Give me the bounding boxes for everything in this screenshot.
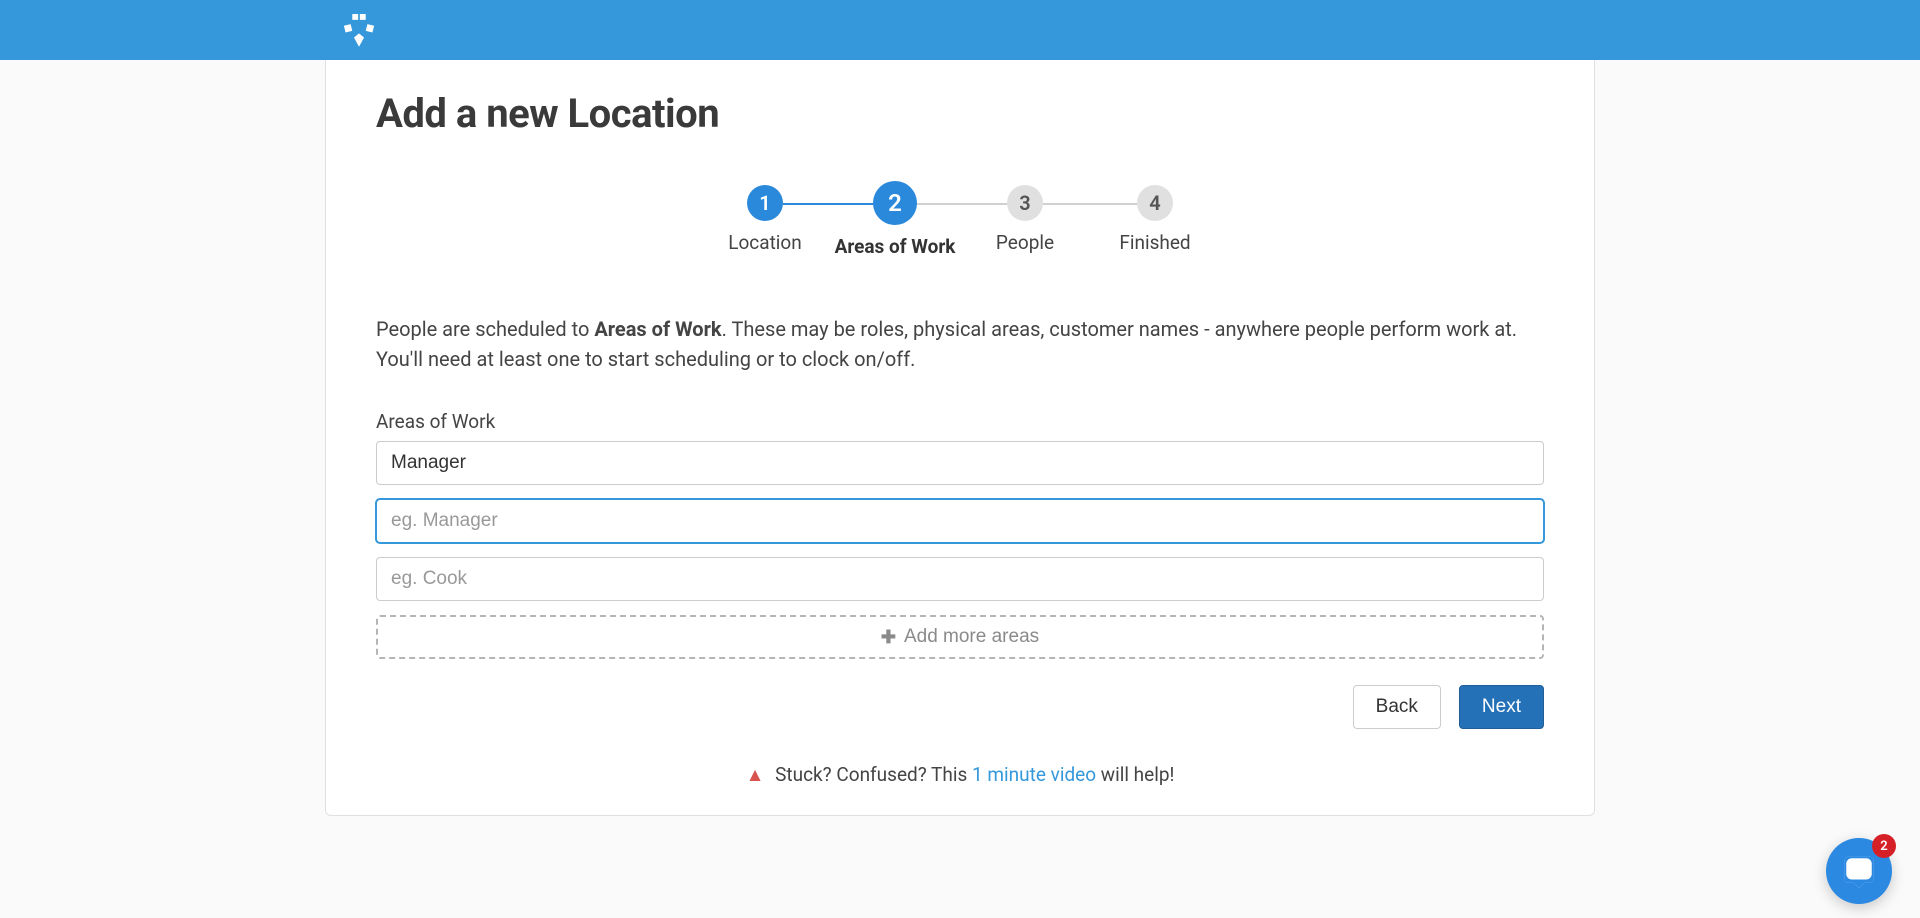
add-more-label: Add more areas — [904, 626, 1039, 648]
warning-icon: ▲ — [746, 763, 765, 786]
next-button[interactable]: Next — [1459, 685, 1544, 729]
step-circle: 4 — [1137, 185, 1173, 221]
description-prefix: People are scheduled to — [376, 317, 594, 341]
step-location[interactable]: 1 Location — [700, 185, 830, 254]
step-label: Location — [728, 231, 802, 254]
page-title: Add a new Location — [376, 90, 1544, 137]
help-prefix: Stuck? Confused? This — [775, 763, 972, 786]
description-bold: Areas of Work — [594, 317, 721, 341]
area-input-row — [376, 557, 1544, 601]
area-input-3[interactable] — [376, 557, 1544, 601]
chat-badge: 2 — [1872, 834, 1896, 858]
brand-logo[interactable] — [338, 9, 380, 51]
step-connector — [913, 203, 1007, 205]
step-circle: 2 — [873, 181, 917, 225]
step-connector — [783, 203, 877, 205]
chat-widget-button[interactable]: 2 — [1826, 838, 1892, 904]
area-input-2[interactable] — [376, 499, 1544, 543]
step-circle: 1 — [747, 185, 783, 221]
description-text: People are scheduled to Areas of Work. T… — [376, 314, 1544, 374]
step-connector — [1043, 203, 1137, 205]
add-more-areas-button[interactable]: ✚ Add more areas — [376, 615, 1544, 659]
step-label: People — [996, 231, 1054, 254]
wizard-button-row: Back Next — [376, 685, 1544, 729]
help-suffix: will help! — [1096, 763, 1174, 786]
step-label: Areas of Work — [835, 235, 956, 258]
area-input-row — [376, 441, 1544, 485]
step-circle: 3 — [1007, 185, 1043, 221]
chat-icon — [1842, 854, 1876, 888]
step-areas-of-work[interactable]: 2 Areas of Work — [830, 185, 960, 258]
help-video-link[interactable]: 1 minute video — [972, 763, 1096, 786]
step-people[interactable]: 3 People — [960, 185, 1090, 254]
topbar — [0, 0, 1920, 60]
help-text: ▲ Stuck? Confused? This 1 minute video w… — [376, 763, 1544, 787]
step-finished[interactable]: 4 Finished — [1090, 185, 1220, 254]
main-card: Add a new Location 1 Location 2 Areas of… — [325, 60, 1595, 816]
area-input-1[interactable] — [376, 441, 1544, 485]
back-button[interactable]: Back — [1353, 685, 1441, 729]
stepper: 1 Location 2 Areas of Work 3 People 4 Fi… — [376, 185, 1544, 258]
plus-icon: ✚ — [881, 627, 896, 648]
area-input-row — [376, 499, 1544, 543]
step-label: Finished — [1119, 231, 1190, 254]
areas-of-work-label: Areas of Work — [376, 410, 1544, 433]
brand-logo-icon — [338, 9, 380, 51]
